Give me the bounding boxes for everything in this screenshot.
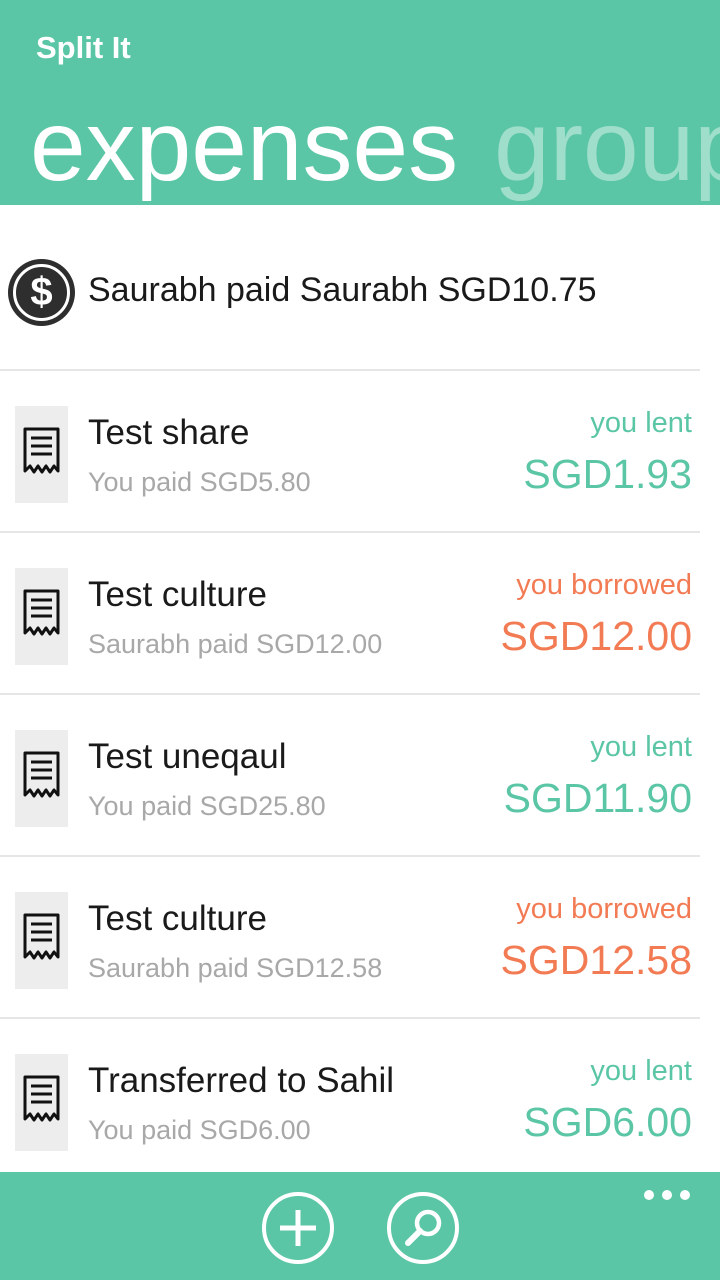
receipt-icon [15,568,68,665]
expense-subtitle: Saurabh paid SGD12.00 [88,629,383,659]
expense-item[interactable]: Test share You paid SGD5.80 you lent SGD… [0,371,700,533]
receipt-icon [15,730,68,827]
search-button[interactable] [387,1192,459,1264]
settlement-item[interactable]: $ Saurabh paid Saurabh SGD10.75 [0,205,700,371]
expense-item[interactable]: Test culture Saurabh paid SGD12.00 you b… [0,533,700,695]
add-button[interactable] [262,1192,334,1264]
app-title: Split It [36,30,131,65]
expense-subtitle: You paid SGD5.80 [88,467,311,497]
add-icon [280,1210,316,1246]
expense-status: you borrowed [516,569,692,601]
receipt-icon [15,406,68,503]
expense-subtitle: You paid SGD6.00 [88,1115,311,1145]
expense-title: Test uneqaul [88,737,287,776]
expense-title: Test culture [88,899,267,938]
expense-item[interactable]: Transferred to Sahil You paid SGD6.00 yo… [0,1019,700,1172]
expense-subtitle: Saurabh paid SGD12.58 [88,953,383,983]
more-icon[interactable] [644,1188,690,1202]
dollar-icon: $ [8,259,75,326]
expense-subtitle: You paid SGD25.80 [88,791,326,821]
expense-item[interactable]: Test culture Saurabh paid SGD12.58 you b… [0,857,700,1019]
receipt-icon [15,892,68,989]
app-bar [0,1172,720,1280]
expense-amount: SGD6.00 [523,1099,692,1145]
expense-title: Test culture [88,575,267,614]
expense-title: Transferred to Sahil [88,1061,395,1100]
pivot-tab-expenses[interactable]: expenses [30,86,458,205]
settlement-text: Saurabh paid Saurabh SGD10.75 [88,271,597,309]
app-header: Split It expenses groups [0,0,720,205]
expense-amount: SGD12.58 [500,937,692,983]
expense-amount: SGD12.00 [500,613,692,659]
pivot-tab-groups[interactable]: groups [494,86,720,205]
expense-title: Test share [88,413,250,452]
expense-status: you lent [590,1055,692,1087]
expense-status: you borrowed [516,893,692,925]
expense-item[interactable]: Test uneqaul You paid SGD25.80 you lent … [0,695,700,857]
expense-status: you lent [590,407,692,439]
expense-amount: SGD11.90 [503,775,692,821]
receipt-icon [15,1054,68,1151]
expense-status: you lent [590,731,692,763]
pivot-header: expenses groups [30,86,720,205]
expense-list[interactable]: $ Saurabh paid Saurabh SGD10.75 Test sha… [0,205,720,1172]
search-icon [405,1209,442,1246]
expense-amount: SGD1.93 [523,451,692,497]
